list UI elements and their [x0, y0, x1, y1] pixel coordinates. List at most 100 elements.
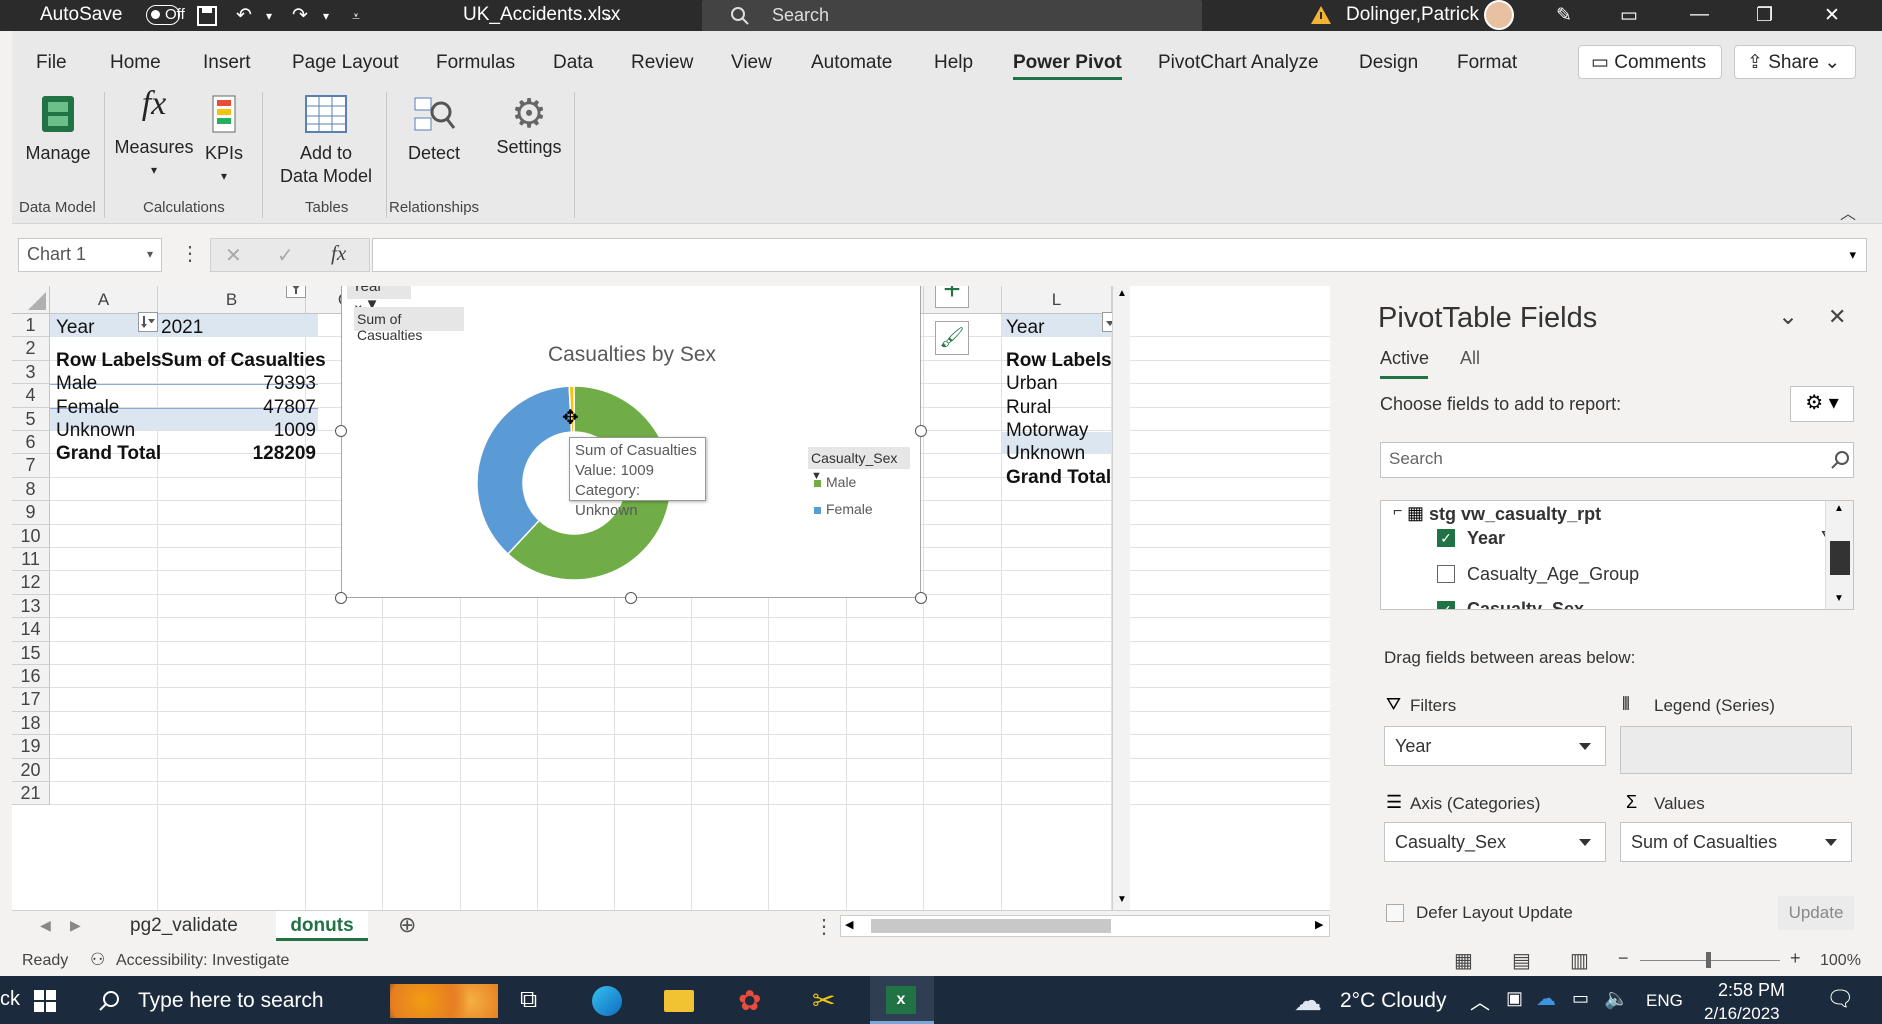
- row-header[interactable]: 1: [12, 314, 50, 338]
- settings-button[interactable]: ⚙ Settings: [490, 92, 568, 159]
- pivot2-filter-label[interactable]: Year: [1006, 314, 1044, 342]
- field-table-name[interactable]: stg vw_casualty_rpt: [1429, 504, 1601, 525]
- add-to-data-model-button[interactable]: Add to Data Model: [272, 92, 380, 188]
- avatar[interactable]: [1484, 0, 1514, 30]
- zoom-in-icon[interactable]: +: [1790, 948, 1801, 969]
- zoom-slider-thumb[interactable]: [1706, 952, 1711, 968]
- collapse-table-icon[interactable]: ⌐: [1393, 503, 1402, 521]
- field-list[interactable]: ⌐ ▦ stg vw_casualty_rpt ✓ Year ⛛ Casualt…: [1380, 500, 1854, 610]
- sheet-tab-pg2-validate[interactable]: pg2_validate: [130, 915, 238, 937]
- chart-styles-button[interactable]: 🖌: [935, 321, 969, 355]
- onedrive-icon[interactable]: ☁: [1536, 986, 1556, 1011]
- horizontal-scrollbar[interactable]: ◀ ▶: [840, 915, 1330, 937]
- chart-elements-button[interactable]: +: [935, 286, 969, 308]
- row-header[interactable]: 20: [12, 758, 50, 782]
- column-header[interactable]: L: [1002, 286, 1112, 314]
- volume-icon[interactable]: 🔈: [1604, 986, 1629, 1011]
- edge-icon[interactable]: [592, 986, 622, 1016]
- kpis-button[interactable]: KPIs ▾: [200, 92, 248, 188]
- row-header[interactable]: 3: [12, 360, 50, 385]
- tab-automate[interactable]: Automate: [811, 52, 892, 74]
- status-accessibility[interactable]: Accessibility: Investigate: [116, 952, 289, 970]
- pivot1-filter-label[interactable]: Year: [56, 314, 94, 342]
- field-list-scrollbar[interactable]: ▲ ▼: [1825, 501, 1853, 609]
- page-layout-view-icon[interactable]: ▤: [1512, 948, 1531, 973]
- chart-resize-handle[interactable]: [335, 425, 347, 437]
- warning-icon[interactable]: [1310, 4, 1332, 26]
- row-header[interactable]: 15: [12, 641, 50, 665]
- restore-icon[interactable]: ❐: [1756, 4, 1773, 27]
- row-header[interactable]: 9: [12, 501, 50, 525]
- close-icon[interactable]: ✕: [1824, 4, 1840, 27]
- chart-resize-handle[interactable]: [335, 592, 347, 604]
- pivot1-filter-value[interactable]: 2021: [161, 314, 203, 342]
- row-header[interactable]: 21: [12, 782, 50, 806]
- tab-formulas[interactable]: Formulas: [436, 52, 515, 74]
- chart-resize-handle[interactable]: [625, 592, 637, 604]
- zoom-out-icon[interactable]: −: [1618, 948, 1629, 969]
- row-header[interactable]: 2: [12, 337, 50, 361]
- notifications-icon[interactable]: 🗨: [1826, 986, 1854, 1012]
- weather-icon[interactable]: ☁: [1294, 984, 1322, 1017]
- row-header[interactable]: 19: [12, 735, 50, 759]
- manage-button[interactable]: Manage: [24, 92, 92, 165]
- paint-icon[interactable]: ✿: [738, 984, 761, 1017]
- pane-search-input[interactable]: Search: [1380, 442, 1854, 478]
- pane-settings-button[interactable]: ⚙ ▾: [1790, 386, 1854, 422]
- save-icon[interactable]: [196, 5, 218, 27]
- row-header[interactable]: 13: [12, 594, 50, 619]
- tab-file[interactable]: File: [36, 52, 67, 74]
- pivot-chart[interactable]: Year ⌄▼ Sum of Casualties Casualties by …: [341, 286, 921, 598]
- cancel-icon[interactable]: ✕: [225, 243, 242, 268]
- pane-options-chevron-icon[interactable]: ⌄: [1778, 302, 1798, 331]
- row-header[interactable]: 4: [12, 384, 50, 408]
- values-field-sum[interactable]: Sum of Casualties: [1620, 822, 1852, 862]
- tab-review[interactable]: Review: [631, 52, 693, 74]
- customize-qat-icon[interactable]: ⩡: [352, 8, 360, 25]
- share-button[interactable]: ⇪ Share ⌄: [1734, 45, 1856, 79]
- zoom-level[interactable]: 100%: [1820, 952, 1861, 970]
- meet-icon[interactable]: ▣: [1506, 988, 1523, 1009]
- weather-text[interactable]: 2°C Cloudy: [1340, 989, 1446, 1013]
- tab-view[interactable]: View: [731, 52, 772, 74]
- detect-button[interactable]: Detect: [400, 92, 468, 165]
- minimize-icon[interactable]: —: [1690, 4, 1709, 26]
- file-name[interactable]: UK_Accidents.xlsx: [463, 4, 620, 26]
- row-header[interactable]: 12: [12, 571, 50, 595]
- row-header[interactable]: 14: [12, 618, 50, 642]
- page-break-view-icon[interactable]: ▥: [1570, 948, 1589, 973]
- scroll-left-icon[interactable]: ◀: [845, 918, 853, 931]
- clock-time[interactable]: 2:58 PM: [1718, 980, 1785, 1001]
- name-box[interactable]: Chart 1 ▾: [18, 238, 162, 272]
- legend-item-male[interactable]: Male: [814, 474, 856, 490]
- field-checkbox-checked[interactable]: ✓: [1437, 601, 1455, 609]
- row-header[interactable]: 18: [12, 711, 50, 736]
- add-sheet-icon[interactable]: ⊕: [398, 912, 416, 938]
- pivot2-total-label[interactable]: Grand Total: [1006, 464, 1111, 492]
- tab-data[interactable]: Data: [553, 52, 593, 74]
- ribbon-display-icon[interactable]: ▭: [1620, 4, 1638, 27]
- collapse-ribbon-icon[interactable]: ︿: [1840, 200, 1856, 224]
- task-view-icon[interactable]: ⧉: [520, 986, 537, 1014]
- pivot1-total-value[interactable]: 128209: [161, 440, 316, 468]
- legend-drop-area[interactable]: [1620, 726, 1852, 774]
- pen-icon[interactable]: ✎: [1556, 4, 1572, 27]
- sort-filter-icon[interactable]: [138, 312, 158, 332]
- redo-icon[interactable]: ↷: [292, 4, 308, 27]
- measures-button[interactable]: fx Measures ▾: [114, 87, 194, 182]
- scroll-down-icon[interactable]: ▼: [1117, 894, 1127, 905]
- pivot1-total-label[interactable]: Grand Total: [56, 440, 161, 468]
- row-header[interactable]: 11: [12, 548, 50, 572]
- donut-slice-female[interactable]: [476, 385, 573, 556]
- field-name[interactable]: Casualty_Age_Group: [1467, 564, 1639, 585]
- formula-input[interactable]: ▾: [372, 238, 1867, 272]
- row-header[interactable]: 5: [12, 407, 50, 431]
- tab-help[interactable]: Help: [934, 52, 973, 74]
- vertical-scrollbar[interactable]: ▲ ▼: [1112, 286, 1130, 910]
- accessibility-icon[interactable]: ⚇: [90, 950, 105, 970]
- scroll-right-icon[interactable]: ▶: [1315, 918, 1323, 931]
- tab-design[interactable]: Design: [1359, 52, 1418, 74]
- legend-field-button[interactable]: Casualty_Sex ▼: [808, 447, 910, 482]
- field-scroll-thumb[interactable]: [1830, 541, 1850, 575]
- pane-close-icon[interactable]: ✕: [1828, 304, 1846, 330]
